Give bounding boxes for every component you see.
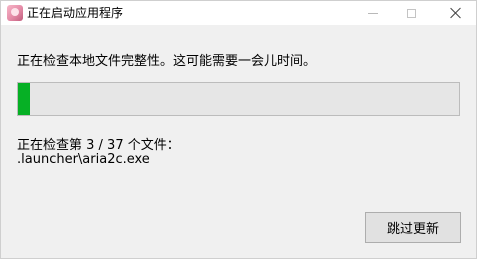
maximize-button[interactable] <box>393 1 429 25</box>
maximize-icon <box>406 8 416 18</box>
skip-update-button[interactable]: 跳过更新 <box>365 212 461 243</box>
integrity-message: 正在检查本地文件完整性。这可能需要一会儿时间。 <box>17 54 317 69</box>
app-avatar-icon <box>7 5 23 21</box>
check-status-text: 正在检查第 3 / 37 个文件： <box>17 138 180 153</box>
progress-fill <box>18 83 30 115</box>
minimize-icon <box>368 12 378 14</box>
progress-bar <box>17 82 460 116</box>
title-bar[interactable]: 正在启动应用程序 <box>1 1 476 25</box>
minimize-button[interactable] <box>355 1 391 25</box>
close-icon <box>450 7 462 19</box>
launcher-window: 正在启动应用程序 正在检查本地文件完整性。这可能需要一会儿时间。 正在检查第 3… <box>0 0 477 259</box>
current-file-path: .launcher\aria2c.exe <box>17 152 150 167</box>
close-button[interactable] <box>438 1 474 25</box>
window-title: 正在启动应用程序 <box>27 6 124 20</box>
